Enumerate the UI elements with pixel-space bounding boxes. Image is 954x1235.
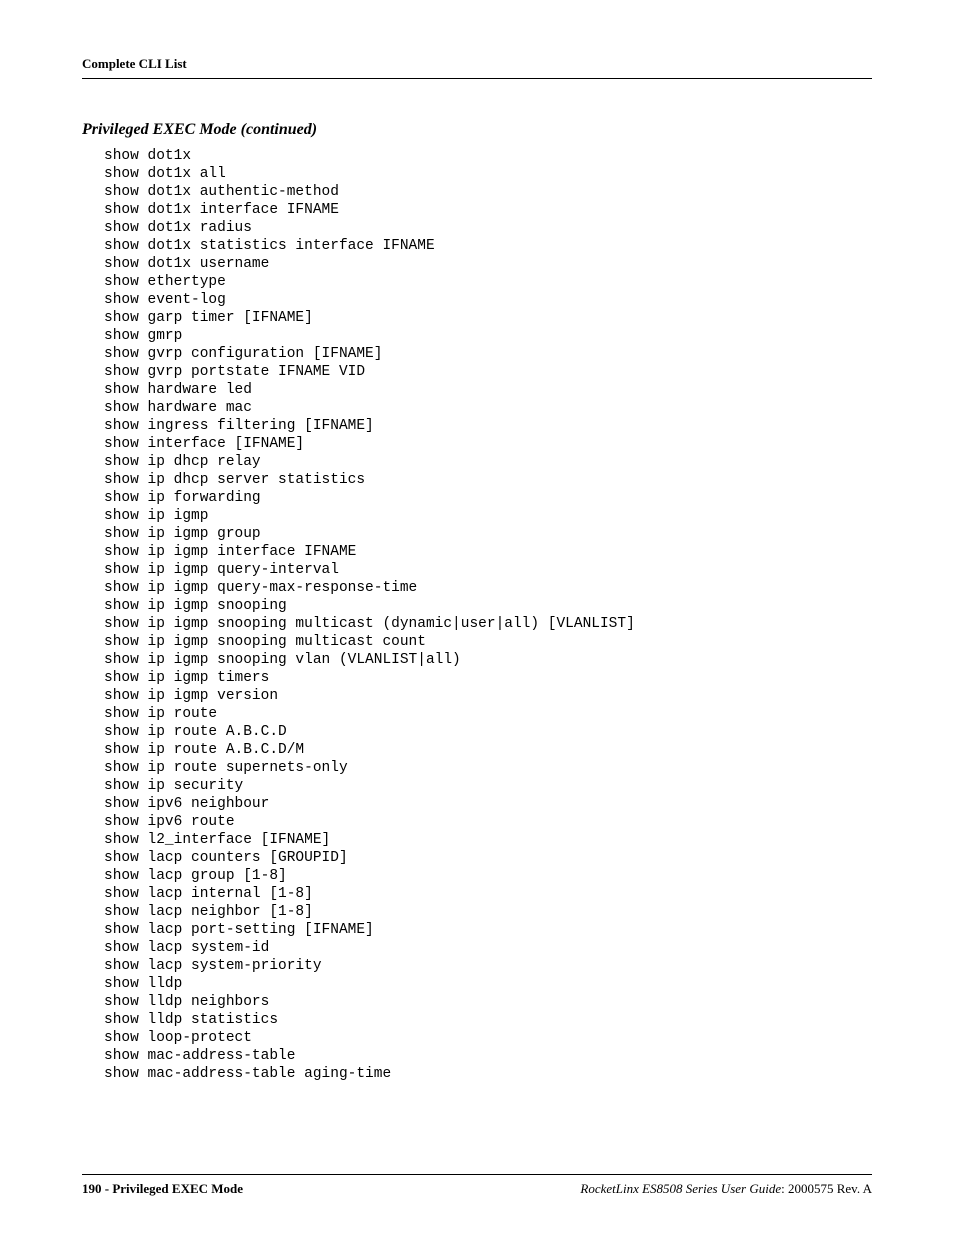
header-rule	[82, 78, 872, 79]
section-heading: Privileged EXEC Mode (continued)	[82, 121, 872, 139]
footer-right: RocketLinx ES8508 Series User Guide: 200…	[580, 1181, 872, 1197]
page-footer: 190 - Privileged EXEC Mode RocketLinx ES…	[82, 1174, 872, 1197]
footer-rule	[82, 1174, 872, 1175]
cli-command-list: show dot1x show dot1x all show dot1x aut…	[82, 147, 872, 1083]
footer-left: 190 - Privileged EXEC Mode	[82, 1181, 243, 1197]
footer-right-italic: RocketLinx ES8508 Series User Guide	[580, 1181, 781, 1196]
footer-right-rest: : 2000575 Rev. A	[781, 1181, 872, 1196]
running-header: Complete CLI List	[82, 56, 872, 72]
